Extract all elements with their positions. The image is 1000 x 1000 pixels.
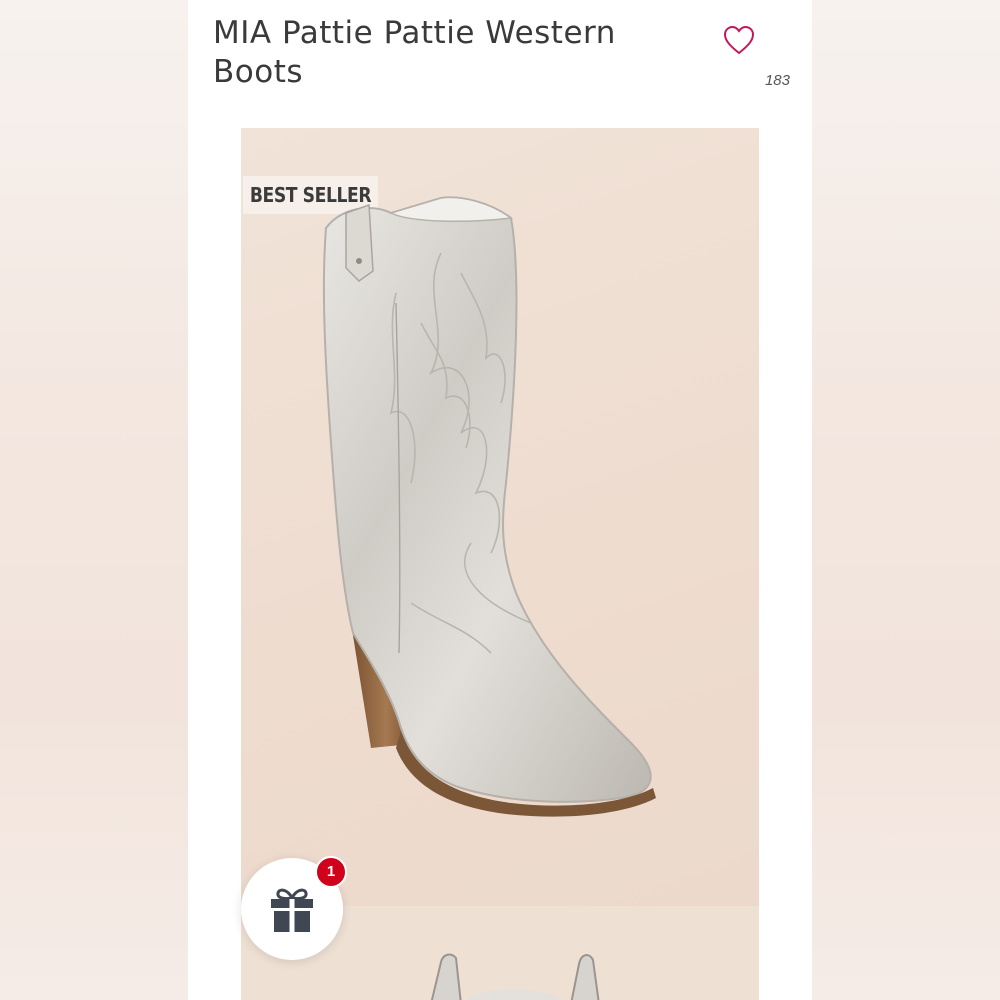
product-image[interactable]: BEST SELLER [241,128,759,906]
boot-illustration [322,196,656,817]
boot-illustration-secondary [430,953,600,1000]
background-blur-right [812,0,1000,1000]
like-count: 183 [764,72,790,89]
gift-icon [271,888,313,932]
heart-outline-icon [723,25,755,55]
gift-count-badge: 1 [315,856,347,888]
like-button[interactable] [722,24,756,56]
background-blur-left [0,0,188,1000]
product-card: MIA Pattie Pattie Western Boots 183 BEST… [188,0,812,1000]
product-title: MIA Pattie Pattie Western Boots [213,15,616,90]
